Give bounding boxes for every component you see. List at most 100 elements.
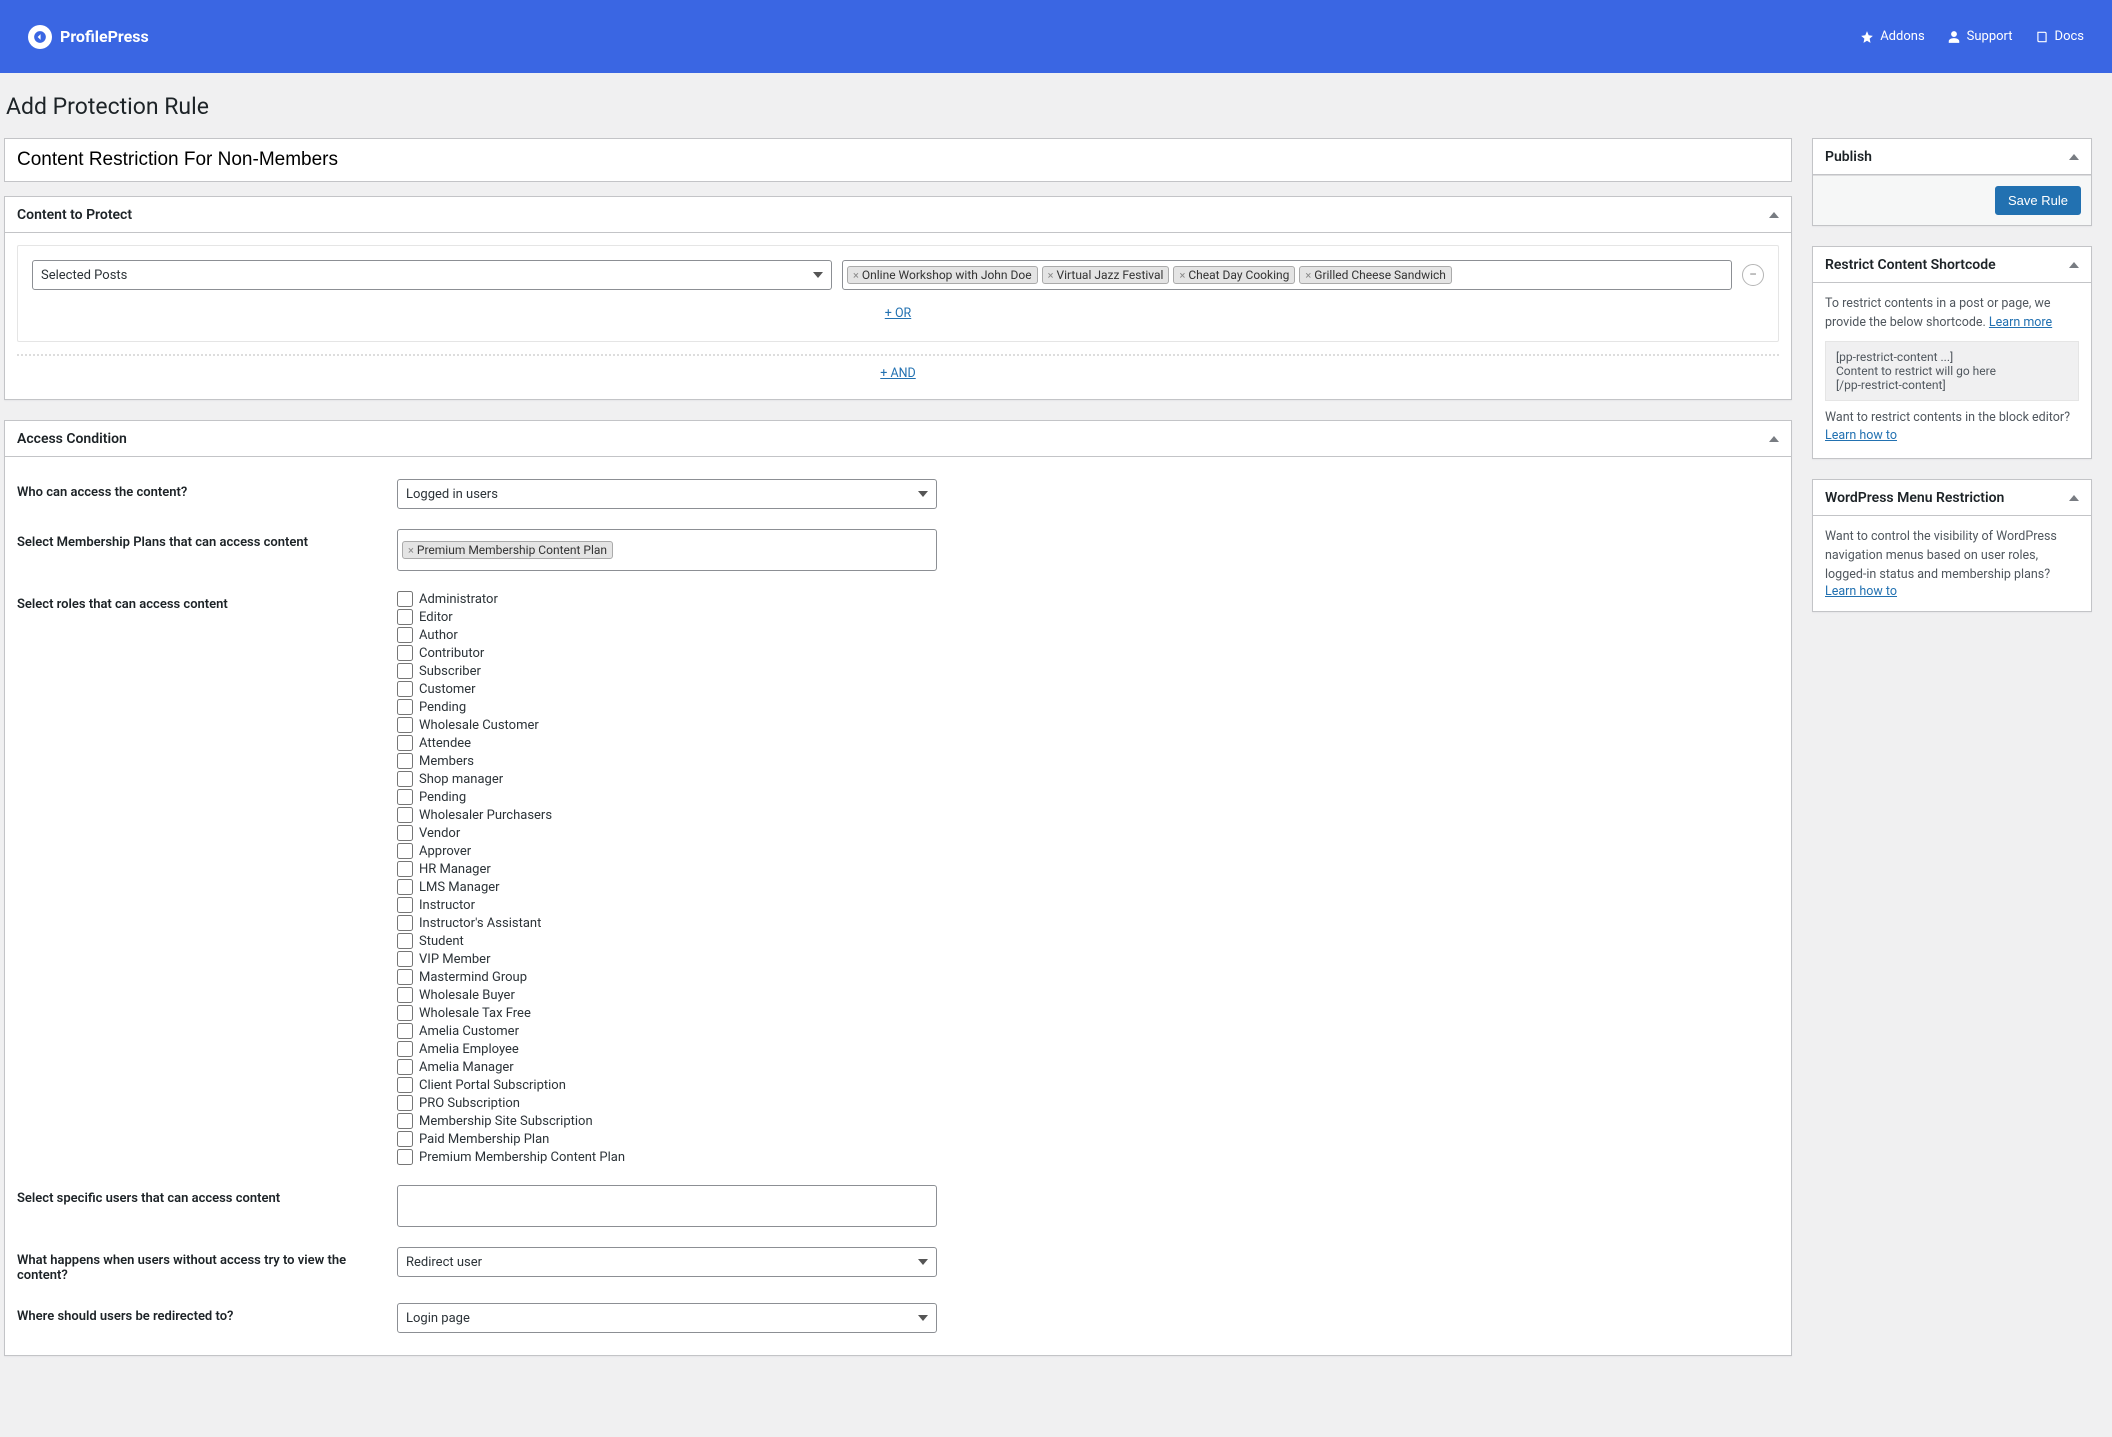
who-can-access-select[interactable]: Logged in users xyxy=(397,479,937,509)
roles-checklist: Administrator Editor Author Contributor Subs… xyxy=(397,591,937,1165)
nav-docs[interactable]: Docs xyxy=(2035,29,2084,44)
role-checkbox[interactable] xyxy=(397,897,413,913)
role-checkbox-item[interactable]: Customer xyxy=(397,681,937,697)
role-checkbox[interactable] xyxy=(397,825,413,841)
remove-tag-icon[interactable]: × xyxy=(853,269,859,282)
role-checkbox-item[interactable]: LMS Manager xyxy=(397,879,937,895)
role-checkbox-item[interactable]: Wholesale Buyer xyxy=(397,987,937,1003)
role-checkbox-item[interactable]: Instructor's Assistant xyxy=(397,915,937,931)
role-checkbox[interactable] xyxy=(397,1113,413,1129)
role-checkbox[interactable] xyxy=(397,1041,413,1057)
access-condition-header[interactable]: Access Condition xyxy=(5,421,1791,457)
post-tag[interactable]: ×Virtual Jazz Festival xyxy=(1042,266,1170,284)
remove-tag-icon[interactable]: × xyxy=(1179,269,1185,282)
specific-users-tagbox[interactable] xyxy=(397,1185,937,1227)
add-and-link[interactable]: + AND xyxy=(880,366,915,381)
role-checkbox[interactable] xyxy=(397,951,413,967)
role-checkbox-item[interactable]: Instructor xyxy=(397,897,937,913)
role-checkbox-item[interactable]: Members xyxy=(397,753,937,769)
role-checkbox[interactable] xyxy=(397,969,413,985)
publish-header[interactable]: Publish xyxy=(1813,139,2091,175)
role-checkbox-item[interactable]: VIP Member xyxy=(397,951,937,967)
brand[interactable]: ProfilePress xyxy=(28,25,149,49)
remove-tag-icon[interactable]: × xyxy=(1305,269,1311,282)
noaccess-action-select[interactable]: Redirect user xyxy=(397,1247,937,1277)
role-checkbox-item[interactable]: Amelia Employee xyxy=(397,1041,937,1057)
post-tag[interactable]: ×Grilled Cheese Sandwich xyxy=(1299,266,1452,284)
shortcode-learn-more-link[interactable]: Learn more xyxy=(1989,315,2052,330)
role-checkbox-item[interactable]: PRO Subscription xyxy=(397,1095,937,1111)
shortcode-learn-how-link[interactable]: Learn how to xyxy=(1825,428,1897,443)
role-checkbox[interactable] xyxy=(397,861,413,877)
role-checkbox-item[interactable]: Approver xyxy=(397,843,937,859)
plan-tag[interactable]: ×Premium Membership Content Plan xyxy=(402,541,613,559)
role-checkbox-item[interactable]: Premium Membership Content Plan xyxy=(397,1149,937,1165)
role-checkbox-item[interactable]: Membership Site Subscription xyxy=(397,1113,937,1129)
role-checkbox[interactable] xyxy=(397,807,413,823)
content-type-select[interactable]: Selected Posts xyxy=(32,260,832,290)
role-checkbox[interactable] xyxy=(397,1095,413,1111)
role-checkbox[interactable] xyxy=(397,645,413,661)
role-checkbox-item[interactable]: Attendee xyxy=(397,735,937,751)
role-checkbox-item[interactable]: Amelia Customer xyxy=(397,1023,937,1039)
role-checkbox[interactable] xyxy=(397,753,413,769)
role-checkbox[interactable] xyxy=(397,699,413,715)
role-checkbox-item[interactable]: Subscriber xyxy=(397,663,937,679)
role-checkbox[interactable] xyxy=(397,843,413,859)
role-checkbox-item[interactable]: Vendor xyxy=(397,825,937,841)
menu-learn-how-link[interactable]: Learn how to xyxy=(1825,584,1897,599)
membership-plans-tagbox[interactable]: ×Premium Membership Content Plan xyxy=(397,529,937,571)
role-checkbox-item[interactable]: Student xyxy=(397,933,937,949)
remove-tag-icon[interactable]: × xyxy=(408,544,414,557)
role-checkbox[interactable] xyxy=(397,1059,413,1075)
role-checkbox[interactable] xyxy=(397,1005,413,1021)
role-checkbox-item[interactable]: HR Manager xyxy=(397,861,937,877)
role-checkbox[interactable] xyxy=(397,1077,413,1093)
role-checkbox[interactable] xyxy=(397,879,413,895)
content-to-protect-header[interactable]: Content to Protect xyxy=(5,197,1791,233)
shortcode-header[interactable]: Restrict Content Shortcode xyxy=(1813,247,2091,283)
role-checkbox-item[interactable]: Author xyxy=(397,627,937,643)
role-checkbox-item[interactable]: Pending xyxy=(397,699,937,715)
role-checkbox[interactable] xyxy=(397,627,413,643)
selected-posts-tagbox[interactable]: ×Online Workshop with John Doe×Virtual J… xyxy=(842,260,1732,290)
role-checkbox[interactable] xyxy=(397,609,413,625)
role-checkbox[interactable] xyxy=(397,915,413,931)
shortcode-example: [pp-restrict-content ...] Content to res… xyxy=(1825,341,2079,401)
remove-condition-button[interactable]: − xyxy=(1742,264,1764,286)
role-checkbox-item[interactable]: Mastermind Group xyxy=(397,969,937,985)
role-checkbox-item[interactable]: Administrator xyxy=(397,591,937,607)
role-checkbox[interactable] xyxy=(397,1023,413,1039)
rule-title-input[interactable] xyxy=(4,138,1792,182)
save-rule-button[interactable]: Save Rule xyxy=(1995,186,2081,215)
nav-support[interactable]: Support xyxy=(1947,29,2013,44)
role-checkbox[interactable] xyxy=(397,1131,413,1147)
role-checkbox[interactable] xyxy=(397,1149,413,1165)
role-checkbox[interactable] xyxy=(397,717,413,733)
role-checkbox[interactable] xyxy=(397,933,413,949)
role-checkbox-item[interactable]: Wholesale Customer xyxy=(397,717,937,733)
role-checkbox-item[interactable]: Shop manager xyxy=(397,771,937,787)
role-checkbox[interactable] xyxy=(397,987,413,1003)
role-checkbox[interactable] xyxy=(397,771,413,787)
post-tag[interactable]: ×Cheat Day Cooking xyxy=(1173,266,1295,284)
role-checkbox-item[interactable]: Client Portal Subscription xyxy=(397,1077,937,1093)
role-checkbox[interactable] xyxy=(397,789,413,805)
nav-addons[interactable]: Addons xyxy=(1860,29,1924,44)
role-checkbox-item[interactable]: Paid Membership Plan xyxy=(397,1131,937,1147)
role-checkbox[interactable] xyxy=(397,591,413,607)
role-checkbox-item[interactable]: Pending xyxy=(397,789,937,805)
menu-restriction-header[interactable]: WordPress Menu Restriction xyxy=(1813,480,2091,516)
add-or-link[interactable]: + OR xyxy=(885,306,912,321)
role-checkbox-item[interactable]: Wholesale Tax Free xyxy=(397,1005,937,1021)
role-checkbox[interactable] xyxy=(397,681,413,697)
redirect-target-select[interactable]: Login page xyxy=(397,1303,937,1333)
role-checkbox-item[interactable]: Editor xyxy=(397,609,937,625)
role-checkbox-item[interactable]: Amelia Manager xyxy=(397,1059,937,1075)
role-checkbox[interactable] xyxy=(397,735,413,751)
post-tag[interactable]: ×Online Workshop with John Doe xyxy=(847,266,1038,284)
role-checkbox-item[interactable]: Contributor xyxy=(397,645,937,661)
role-checkbox[interactable] xyxy=(397,663,413,679)
role-checkbox-item[interactable]: Wholesaler Purchasers xyxy=(397,807,937,823)
remove-tag-icon[interactable]: × xyxy=(1048,269,1054,282)
